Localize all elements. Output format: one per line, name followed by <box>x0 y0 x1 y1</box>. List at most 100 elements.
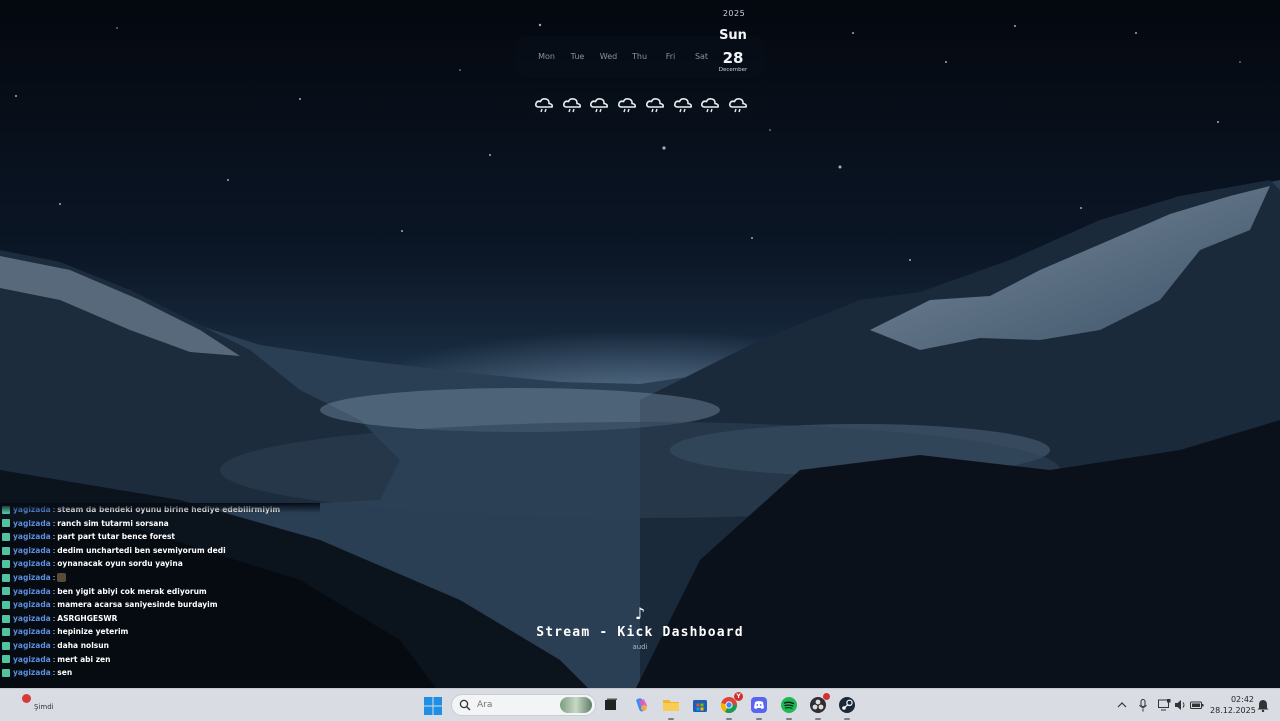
clock-date: 28.12.2025 <box>1210 706 1256 715</box>
cloud-rain-icon <box>726 95 750 115</box>
microphone-tray-button[interactable] <box>1136 698 1150 712</box>
battery-tray-button[interactable] <box>1190 698 1204 712</box>
chat-message: yagizada: ASRGHGESWR <box>0 612 320 626</box>
chat-message-text: ASRGHGESWR <box>57 613 118 623</box>
chat-badge-icon <box>2 628 10 637</box>
chat-separator: : <box>52 654 56 664</box>
weekday-wed: Wed <box>599 52 618 61</box>
chat-username: yagizada <box>13 532 51 542</box>
chat-badge-icon <box>2 641 10 650</box>
now-playing-widget: ♪ Stream - Kick Dashboard audi <box>440 604 840 651</box>
taskbar: Şimdi Ara Y 02:42 28.12.2025 <box>0 688 1280 721</box>
volume-tray-button[interactable] <box>1173 698 1187 712</box>
chat-message-text: hepinize yeterim <box>57 627 129 637</box>
chat-username: yagizada <box>13 654 51 664</box>
speaker-icon <box>1174 700 1184 710</box>
display-tray-button[interactable] <box>1157 698 1171 712</box>
chrome-profile-badge: Y <box>734 692 743 701</box>
weekday-tue: Tue <box>570 52 585 61</box>
chat-message-text: ben yigit abiyi cok merak ediyorum <box>57 586 207 596</box>
chat-message: yagizada: <box>0 571 320 585</box>
search-input[interactable] <box>477 700 557 710</box>
chat-separator: : <box>52 640 56 650</box>
show-hidden-icons-button[interactable] <box>1115 698 1129 712</box>
obs-recording-dot-icon <box>823 693 830 700</box>
chat-message: yagizada: daha nolsun <box>0 639 320 653</box>
task-view-button[interactable] <box>601 695 621 715</box>
steam-button[interactable] <box>837 695 857 720</box>
chat-message: yagizada: ranch sim tutarmi sorsana <box>0 517 320 531</box>
chat-badge-icon <box>2 519 10 528</box>
chat-badge-icon <box>2 614 10 623</box>
chat-message-text: ranch sim tutarmi sorsana <box>57 518 169 528</box>
discord-button[interactable] <box>749 695 769 720</box>
file-explorer-button[interactable] <box>661 695 681 720</box>
display-icon <box>1157 699 1170 711</box>
chat-message: yagizada: sen <box>0 666 320 680</box>
microsoft-store-button[interactable] <box>690 695 710 715</box>
chat-separator: : <box>52 600 56 610</box>
chat-message: yagizada: mert abi zen <box>0 653 320 667</box>
spotify-button[interactable] <box>779 695 799 720</box>
chat-separator: : <box>52 668 56 678</box>
chat-username: yagizada <box>13 627 51 637</box>
cloud-rain-icon <box>699 95 723 115</box>
bell-icon <box>1257 699 1269 712</box>
weekday-sat: Sat <box>694 52 709 61</box>
chat-separator: : <box>52 559 56 569</box>
cloud-rain-icon <box>615 95 639 115</box>
chevron-up-icon <box>1117 702 1127 708</box>
chat-badge-icon <box>2 668 10 677</box>
store-icon <box>693 700 707 712</box>
today-weekday: Sun <box>719 28 747 43</box>
chat-fade <box>0 503 320 513</box>
taskbar-clock[interactable]: 02:42 28.12.2025 <box>1210 694 1256 716</box>
search-icon <box>459 699 471 711</box>
chat-separator: : <box>52 613 56 623</box>
chat-overlay: yagizada:steam da bendeki oyunu birine h… <box>0 503 320 680</box>
taskbar-notification[interactable]: Şimdi <box>8 693 148 719</box>
chrome-button[interactable]: Y <box>719 692 743 720</box>
chat-badge-icon <box>2 655 10 664</box>
chat-message: yagizada: oynanacak oyun sordu yayina <box>0 557 320 571</box>
cloud-rain-icon <box>671 95 695 115</box>
chat-badge-icon <box>2 560 10 569</box>
cloud-rain-icon <box>532 95 556 115</box>
calendar-weekdays: Mon Tue Wed Thu Fri Sat <box>531 52 717 61</box>
chat-badge-icon <box>2 587 10 596</box>
chat-username: yagizada <box>13 518 51 528</box>
now-playing-title: Stream - Kick Dashboard <box>536 625 744 640</box>
windows-start-button[interactable] <box>424 697 442 715</box>
chat-message-text: oynanacak oyun sordu yayina <box>57 559 183 569</box>
task-view-icon <box>605 698 617 710</box>
chat-message-text: daha nolsun <box>57 640 109 650</box>
calendar-year: 2025 <box>722 9 746 18</box>
chat-separator: : <box>52 532 56 542</box>
spotify-icon <box>781 697 797 713</box>
chat-separator: : <box>52 586 56 596</box>
chat-message-text: mamera acarsa saniyesinde burdayim <box>57 600 218 610</box>
today-month: December <box>718 67 748 73</box>
chat-message-text: part part tutar bence forest <box>57 532 175 542</box>
taskbar-search[interactable] <box>451 694 596 716</box>
chat-username: yagizada <box>13 613 51 623</box>
chat-separator: : <box>52 627 56 637</box>
chat-message-text: mert abi zen <box>57 654 111 664</box>
notification-center-button[interactable] <box>1256 698 1270 712</box>
now-playing-artist: audi <box>632 643 648 651</box>
battery-icon <box>1190 701 1204 709</box>
chat-username: yagizada <box>13 640 51 650</box>
obs-button[interactable] <box>808 693 830 720</box>
chat-message: yagizada: part part tutar bence forest <box>0 530 320 544</box>
notification-dot-icon <box>22 694 31 703</box>
discord-icon <box>751 697 767 713</box>
chat-username: yagizada <box>13 600 51 610</box>
chat-message: yagizada: mamera acarsa saniyesinde burda… <box>0 598 320 612</box>
search-highlight-image <box>560 697 592 713</box>
steam-icon <box>839 697 855 713</box>
copilot-button[interactable] <box>631 695 651 715</box>
cloud-rain-icon <box>560 95 584 115</box>
chat-message: yagizada: dedim unchartedi ben sevmiyorum… <box>0 544 320 558</box>
cloud-rain-icon <box>643 95 667 115</box>
chat-message: yagizada: hepinize yeterim <box>0 625 320 639</box>
